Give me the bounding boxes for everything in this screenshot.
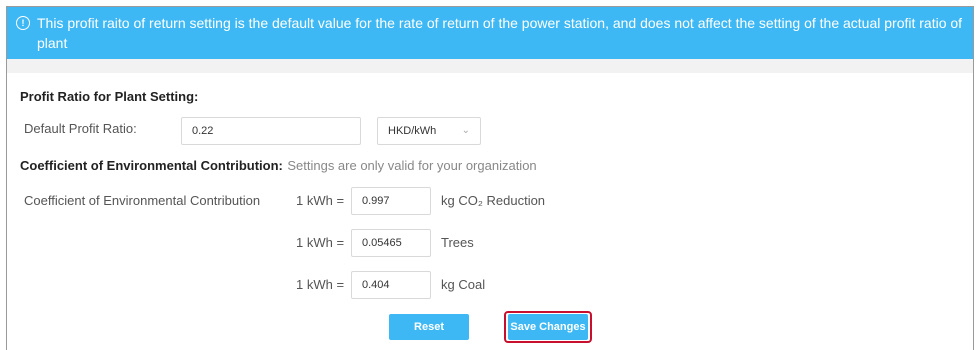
default-profit-ratio-label: Default Profit Ratio:	[24, 121, 137, 136]
currency-unit-select[interactable]: HKD/kWh ⌄	[377, 117, 481, 145]
co2-row-prefix: 1 kWh =	[296, 193, 345, 208]
coal-unit-label: kg Coal	[441, 277, 486, 292]
coal-coefficient-input[interactable]: 0.404	[351, 271, 431, 299]
env-section-title: Coefficient of Environmental Contributio…	[20, 158, 283, 173]
coal-row-prefix: 1 kWh =	[296, 277, 345, 292]
profit-section-title: Profit Ratio for Plant Setting:	[20, 89, 199, 104]
chevron-down-icon: ⌄	[461, 125, 470, 136]
currency-unit-value: HKD/kWh	[388, 125, 437, 137]
save-button-highlight: Save Changes	[504, 311, 592, 343]
trees-row-prefix: 1 kWh =	[296, 235, 345, 250]
env-section-note: Settings are only valid for your organiz…	[287, 158, 537, 173]
trees-unit-label: Trees	[441, 235, 474, 250]
save-changes-button[interactable]: Save Changes	[508, 314, 588, 340]
info-icon: !	[16, 16, 30, 30]
env-section-heading: Coefficient of Environmental Contributio…	[20, 157, 537, 175]
reset-button[interactable]: Reset	[389, 314, 469, 340]
trees-coefficient-input[interactable]: 0.05465	[351, 229, 431, 257]
co2-coefficient-input[interactable]: 0.997	[351, 187, 431, 215]
banner-separator	[7, 59, 973, 73]
co2-unit-label: kg CO₂ Reduction	[441, 193, 546, 208]
banner-message: This profit raito of return setting is t…	[37, 15, 963, 51]
default-profit-ratio-input[interactable]: 0.22	[181, 117, 361, 145]
env-coefficient-label: Coefficient of Environmental Contributio…	[24, 193, 261, 208]
settings-panel: ! This profit raito of return setting is…	[6, 6, 974, 350]
info-banner: ! This profit raito of return setting is…	[7, 7, 973, 59]
